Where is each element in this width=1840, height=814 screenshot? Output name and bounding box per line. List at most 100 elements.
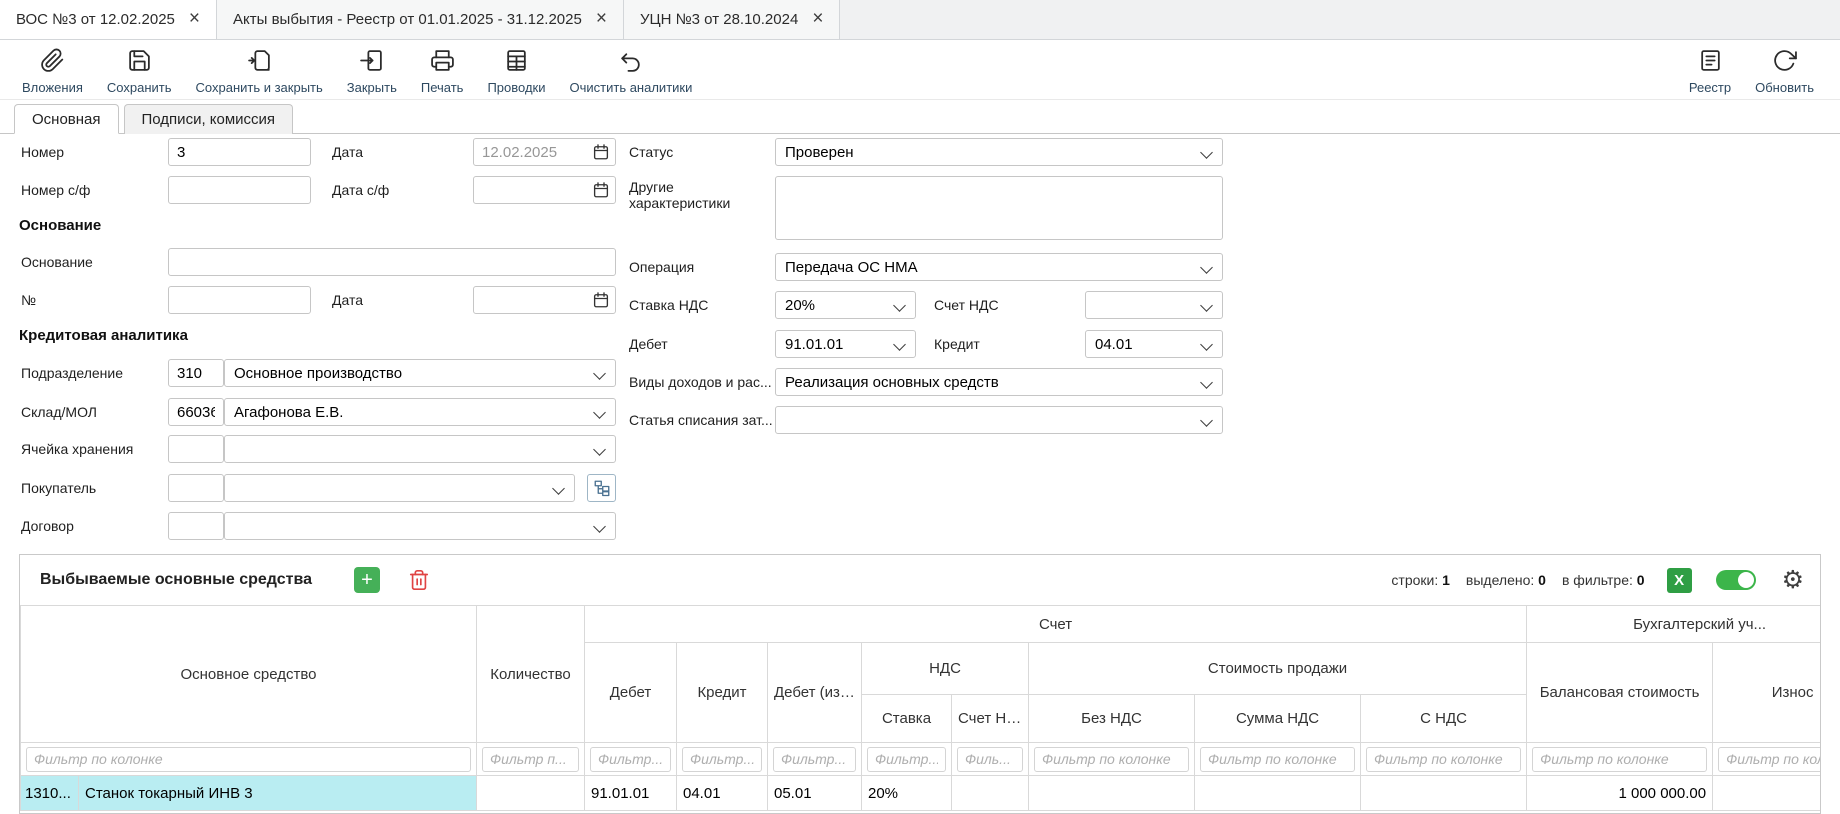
col-group-vat: НДС	[862, 643, 1029, 695]
cell-code[interactable]: 1310...	[21, 776, 79, 811]
col-header-vat-account[interactable]: Счет НДС	[952, 695, 1029, 743]
tab-signatures-commission[interactable]: Подписи, комиссия	[124, 104, 294, 134]
disposed-assets-grid-section: Выбываемые основные средства + строки: 1…	[19, 554, 1821, 814]
close-document-button[interactable]: Закрыть	[335, 45, 409, 98]
filter-debit-wear-input[interactable]	[773, 747, 856, 772]
refresh-button[interactable]: Обновить	[1743, 45, 1826, 98]
cell-asset[interactable]: Станок токарный ИНВ 3	[79, 776, 477, 811]
close-icon[interactable]: ×	[812, 9, 823, 28]
operation-label: Операция	[629, 259, 775, 275]
delete-row-button[interactable]	[406, 567, 432, 593]
grid-row[interactable]: 1310... Станок токарный ИНВ 3 91.01.01 0…	[21, 776, 1822, 811]
cell-debit[interactable]: 91.01.01	[585, 776, 677, 811]
grid-counters: строки: 1 выделено: 0 в фильтре: 0	[1391, 572, 1644, 588]
cell-without-vat[interactable]	[1029, 776, 1195, 811]
toolbar-button-label: Реестр	[1689, 80, 1731, 95]
other-characteristics-textarea[interactable]	[775, 176, 1223, 240]
close-doc-icon	[359, 48, 384, 78]
debit-select[interactable]: 91.01.01	[775, 330, 916, 358]
date-label: Дата	[311, 144, 473, 160]
contract-select[interactable]	[224, 512, 616, 540]
filter-vat-amount-input[interactable]	[1200, 747, 1355, 772]
warehouse-select[interactable]: Агафонова Е.В.	[224, 398, 616, 426]
filter-asset-input[interactable]	[26, 747, 471, 772]
operation-select[interactable]: Передача ОС НМА	[775, 253, 1223, 281]
clear-analytics-button[interactable]: Очистить аналитики	[558, 45, 705, 98]
filter-debit-input[interactable]	[590, 747, 671, 772]
department-code-input[interactable]	[168, 359, 224, 387]
filter-rate-input[interactable]	[867, 747, 946, 772]
basis-number-input[interactable]	[168, 286, 311, 314]
income-types-select[interactable]: Реализация основных средств	[775, 368, 1223, 396]
filter-credit-input[interactable]	[682, 747, 762, 772]
basis-date-label: Дата	[311, 292, 473, 308]
close-icon[interactable]: ×	[189, 9, 200, 28]
basis-input[interactable]	[168, 248, 616, 276]
col-header-without-vat[interactable]: Без НДС	[1029, 695, 1195, 743]
calendar-icon[interactable]	[592, 143, 610, 161]
storage-cell-code-input[interactable]	[168, 435, 224, 463]
doc-tab-vos[interactable]: ВОС №3 от 12.02.2025 ×	[0, 0, 217, 39]
doc-tab-registry[interactable]: Акты выбытия - Реестр от 01.01.2025 - 31…	[217, 0, 624, 39]
save-and-close-button[interactable]: Сохранить и закрыть	[184, 45, 335, 98]
cell-quantity[interactable]	[477, 776, 585, 811]
filter-quantity-input[interactable]	[482, 747, 579, 772]
postings-button[interactable]: Проводки	[475, 45, 557, 98]
close-icon[interactable]: ×	[596, 9, 607, 28]
number-input[interactable]	[168, 138, 311, 166]
filter-book-value-input[interactable]	[1532, 747, 1707, 772]
buyer-code-input[interactable]	[168, 474, 224, 502]
col-header-debit[interactable]: Дебет	[585, 643, 677, 743]
department-label: Подразделение	[21, 365, 168, 381]
col-header-quantity[interactable]: Количество	[477, 606, 585, 743]
filter-toggle-switch[interactable]	[1716, 570, 1756, 590]
doc-tab-label: УЦН №3 от 28.10.2024	[640, 11, 798, 28]
col-header-wear[interactable]: Износ	[1713, 643, 1821, 743]
cell-debit-wear[interactable]: 05.01	[768, 776, 862, 811]
department-select[interactable]: Основное производство	[224, 359, 616, 387]
col-header-rate[interactable]: Ставка	[862, 695, 952, 743]
credit-select[interactable]: 04.01	[1085, 330, 1223, 358]
cell-book-value[interactable]: 1 000 000.00	[1527, 776, 1713, 811]
storage-cell-select[interactable]	[224, 435, 616, 463]
filter-with-vat-input[interactable]	[1366, 747, 1521, 772]
cell-wear[interactable]	[1713, 776, 1821, 811]
contract-code-input[interactable]	[168, 512, 224, 540]
settings-gear-icon[interactable]: ⚙	[1782, 568, 1804, 593]
col-header-with-vat[interactable]: С НДС	[1361, 695, 1527, 743]
filter-without-vat-input[interactable]	[1034, 747, 1189, 772]
vat-account-select[interactable]	[1085, 291, 1223, 319]
calendar-icon[interactable]	[592, 181, 610, 199]
print-button[interactable]: Печать	[409, 45, 476, 98]
col-header-credit[interactable]: Кредит	[677, 643, 768, 743]
warehouse-code-input[interactable]	[168, 398, 224, 426]
excel-icon: X	[1674, 572, 1684, 589]
writeoff-item-select[interactable]	[775, 406, 1223, 434]
filter-vat-account-input[interactable]	[957, 747, 1023, 772]
cell-credit[interactable]: 04.01	[677, 776, 768, 811]
save-button[interactable]: Сохранить	[95, 45, 184, 98]
vat-rate-select[interactable]: 20%	[775, 291, 916, 319]
cell-with-vat[interactable]	[1361, 776, 1527, 811]
filter-wear-input[interactable]	[1718, 747, 1821, 772]
writeoff-item-label: Статья списания зат...	[629, 412, 775, 428]
invoice-number-input[interactable]	[168, 176, 311, 204]
col-header-debit-wear[interactable]: Дебет (износ)	[768, 643, 862, 743]
buyer-select[interactable]	[224, 474, 575, 502]
rows-counter-label: строки:	[1391, 572, 1438, 588]
excel-export-button[interactable]: X	[1667, 568, 1692, 593]
doc-tab-ucn[interactable]: УЦН №3 от 28.10.2024 ×	[624, 0, 840, 39]
cell-rate[interactable]: 20%	[862, 776, 952, 811]
col-header-asset[interactable]: Основное средство	[21, 606, 477, 743]
registry-button[interactable]: Реестр	[1677, 45, 1743, 98]
col-header-vat-amount[interactable]: Сумма НДС	[1195, 695, 1361, 743]
buyer-tree-select-button[interactable]	[587, 474, 616, 502]
attachments-button[interactable]: Вложения	[10, 45, 95, 98]
cell-vat-account[interactable]	[952, 776, 1029, 811]
add-row-button[interactable]: +	[354, 567, 380, 593]
col-header-book-value[interactable]: Балансовая стоимость	[1527, 643, 1713, 743]
cell-vat-amount[interactable]	[1195, 776, 1361, 811]
tab-main[interactable]: Основная	[14, 104, 119, 134]
status-select[interactable]: Проверен	[775, 138, 1223, 166]
calendar-icon[interactable]	[592, 291, 610, 309]
